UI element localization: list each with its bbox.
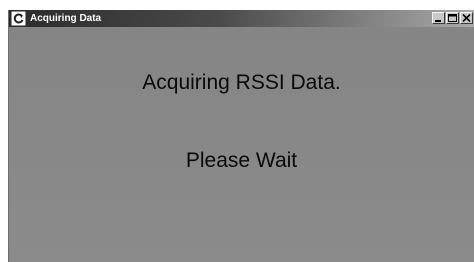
maximize-icon [448,14,457,22]
window-title: Acquiring Data [30,13,102,24]
maximize-button[interactable] [446,12,459,24]
window-controls [432,12,473,25]
acquiring-data-window: Acquiring Data Acquiring RSSI Data. Plea… [8,10,474,262]
minimize-icon [435,20,441,22]
app-icon[interactable] [10,10,27,27]
dialog-content: Acquiring RSSI Data. Please Wait [9,27,474,262]
title-bar[interactable]: Acquiring Data [9,10,474,27]
wait-message: Please Wait [185,149,298,172]
close-icon [462,14,471,22]
status-message: Acquiring RSSI Data. [142,71,341,94]
close-button[interactable] [460,12,473,24]
minimize-button[interactable] [432,12,445,24]
